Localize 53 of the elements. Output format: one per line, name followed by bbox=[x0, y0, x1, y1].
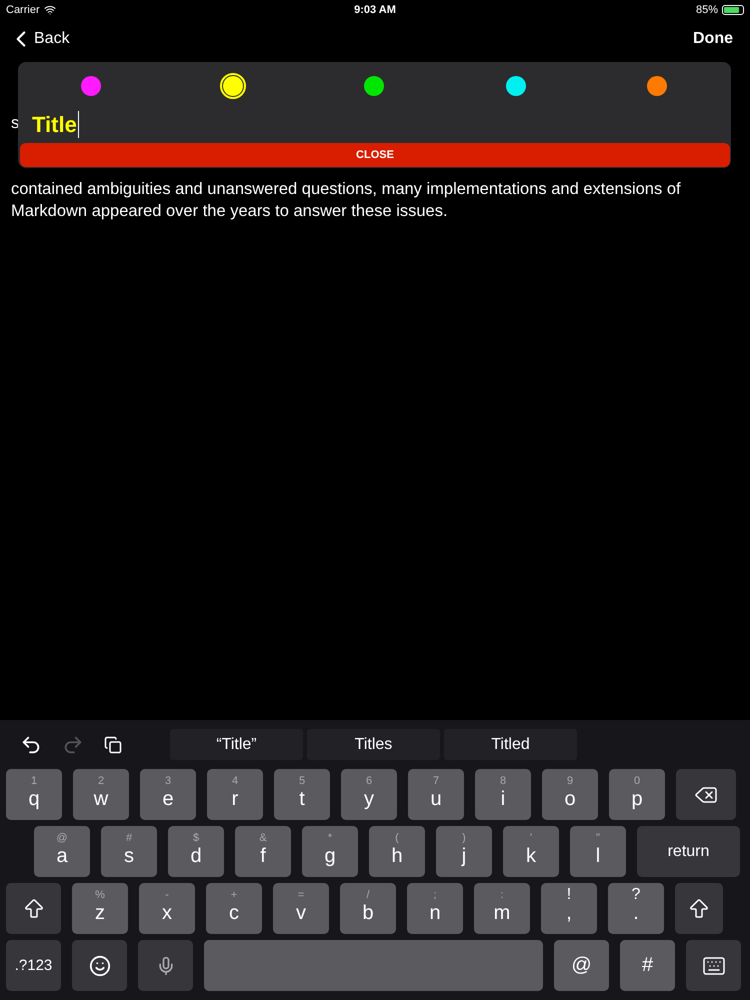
battery-icon bbox=[722, 5, 744, 15]
battery-percent: 85% bbox=[696, 4, 718, 16]
keyboard-key[interactable]: $ d bbox=[168, 826, 224, 877]
keyboard-key[interactable]: : m bbox=[474, 883, 530, 934]
keyboard-key[interactable]: " l bbox=[570, 826, 626, 877]
keyboard-key[interactable]: 2 w bbox=[73, 769, 129, 820]
keyboard-key[interactable]: @ bbox=[554, 940, 609, 991]
keyboard-key[interactable]: ( h bbox=[369, 826, 425, 877]
keyboard-key[interactable]: + c bbox=[206, 883, 262, 934]
shift-key[interactable] bbox=[6, 883, 61, 934]
keyboard-key[interactable]: 6 y bbox=[341, 769, 397, 820]
shift-key[interactable] bbox=[675, 883, 723, 934]
keyboard-key[interactable]: 1 q bbox=[6, 769, 62, 820]
keyboard-key[interactable]: ) j bbox=[436, 826, 492, 877]
keyboard-key[interactable]: 7 u bbox=[408, 769, 464, 820]
keyboard-key[interactable]: * g bbox=[302, 826, 358, 877]
keyboard-key[interactable]: ! , bbox=[541, 883, 597, 934]
keyboard-key[interactable]: - x bbox=[139, 883, 195, 934]
microphone-key[interactable] bbox=[138, 940, 193, 991]
smiley-icon bbox=[88, 954, 110, 976]
back-button[interactable]: Back bbox=[8, 26, 70, 52]
carrier-label: Carrier bbox=[6, 4, 40, 16]
emoji-key[interactable] bbox=[72, 940, 127, 991]
keyboard-key[interactable]: % z bbox=[72, 883, 128, 934]
close-button[interactable]: CLOSE bbox=[20, 143, 730, 167]
keyboard-key[interactable]: # s bbox=[101, 826, 157, 877]
keyboard-key[interactable]: 9 o bbox=[542, 769, 598, 820]
backspace-key[interactable] bbox=[676, 769, 736, 820]
status-time: 9:03 AM bbox=[354, 4, 396, 16]
keyboard-key[interactable]: 0 p bbox=[609, 769, 665, 820]
suggestion[interactable]: Titled bbox=[444, 729, 577, 760]
keyboard-key[interactable]: # bbox=[620, 940, 675, 991]
hide-keyboard-key[interactable] bbox=[686, 940, 741, 991]
keyboard-key[interactable]: ; n bbox=[407, 883, 463, 934]
suggestion[interactable]: Titles bbox=[307, 729, 440, 760]
keyboard-key[interactable]: 3 e bbox=[140, 769, 196, 820]
keyboard-key[interactable]: 4 r bbox=[207, 769, 263, 820]
shift-icon bbox=[687, 896, 711, 920]
done-button[interactable]: Done bbox=[693, 30, 733, 48]
body-text: contained ambiguities and unanswered questions, many implementations and extensions of bbox=[11, 179, 682, 200]
keyboard-key[interactable]: ? . bbox=[608, 883, 664, 934]
keyboard-key[interactable]: 8 i bbox=[475, 769, 531, 820]
keyboard-key[interactable]: @ a bbox=[34, 826, 90, 877]
suggestion[interactable]: “Title” bbox=[170, 729, 303, 760]
keyboard-key[interactable]: & f bbox=[235, 826, 291, 877]
title-field[interactable]: Title bbox=[32, 111, 79, 138]
body-text: Markdown appeared over the years to answer these issues. bbox=[11, 201, 449, 222]
return-key[interactable]: return bbox=[637, 826, 740, 877]
numbers-key[interactable]: .?123 bbox=[6, 940, 61, 991]
keyboard-key[interactable]: ' k bbox=[503, 826, 559, 877]
keyboard-key[interactable]: 5 t bbox=[274, 769, 330, 820]
keyboard-key[interactable]: / b bbox=[340, 883, 396, 934]
keyboard-key[interactable]: = v bbox=[273, 883, 329, 934]
